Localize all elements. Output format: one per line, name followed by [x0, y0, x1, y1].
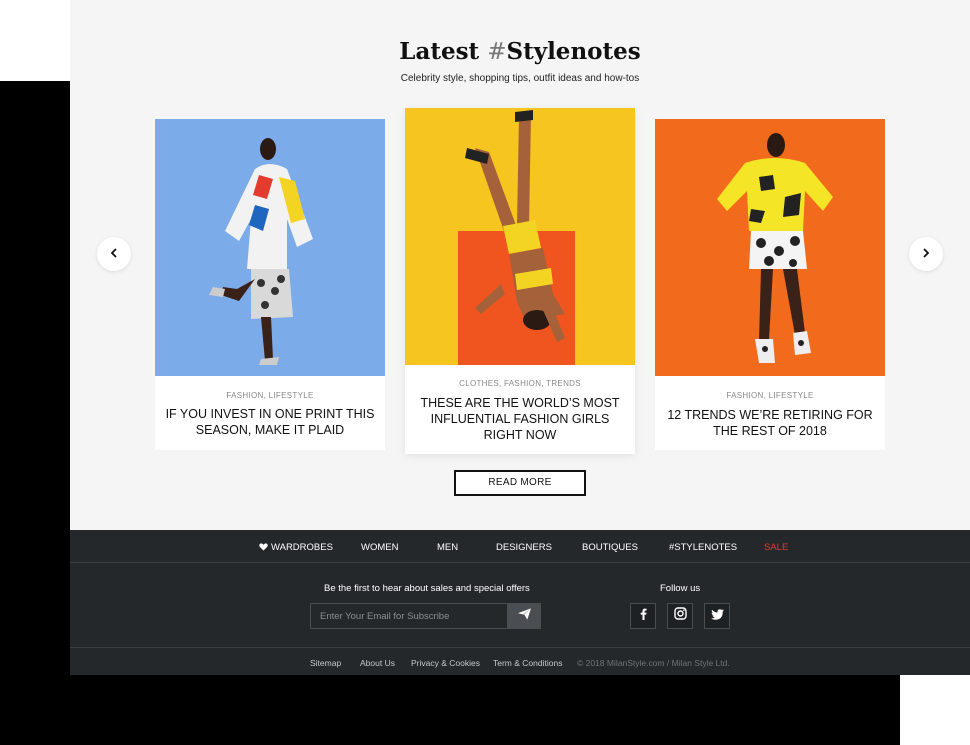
backdrop-panel [0, 0, 70, 81]
heading-word: Stylenotes [506, 38, 641, 65]
privacy-cookies-link[interactable]: Privacy & Cookies [411, 658, 480, 668]
email-input[interactable] [310, 603, 508, 629]
article-card[interactable]: FASHION, LIFESTYLE 12 TRENDS WE’RE RETIR… [655, 119, 885, 450]
twitter-link[interactable] [704, 603, 730, 629]
site-footer: WARDROBES WOMEN MEN DESIGNERS BOUTIQUES … [70, 530, 970, 675]
footer-nav: WARDROBES WOMEN MEN DESIGNERS BOUTIQUES … [70, 530, 970, 563]
section-heading: Latest #Stylenotes [70, 38, 970, 65]
heart-icon [259, 543, 268, 554]
backdrop-panel [900, 675, 970, 745]
article-categories[interactable]: FASHION, LIFESTYLE [655, 391, 885, 400]
stylenotes-page: Latest #Stylenotes Celebrity style, shop… [70, 0, 970, 675]
instagram-icon [673, 607, 687, 625]
section-subheading: Celebrity style, shopping tips, outfit i… [400, 73, 640, 84]
nav-item-women[interactable]: WOMEN [361, 542, 398, 553]
article-card[interactable]: CLOTHES, FASHION, TRENDS THESE ARE THE W… [405, 108, 635, 454]
about-us-link[interactable]: About Us [360, 658, 395, 668]
instagram-link[interactable] [667, 603, 693, 629]
chevron-right-icon [922, 245, 930, 263]
nav-item-stylenotes[interactable]: #STYLENOTES [669, 542, 737, 553]
carousel-next-button[interactable] [909, 237, 943, 271]
carousel-prev-button[interactable] [97, 237, 131, 271]
newsletter-label: Be the first to hear about sales and spe… [324, 583, 530, 594]
screenshot-stage: Latest #Stylenotes Celebrity style, shop… [0, 0, 970, 745]
chevron-left-icon [110, 245, 118, 263]
terms-conditions-link[interactable]: Term & Conditions [493, 658, 562, 668]
subscribe-button[interactable] [507, 603, 541, 629]
article-image-model-orange[interactable] [655, 119, 885, 376]
nav-item-men[interactable]: MEN [437, 542, 458, 553]
article-card[interactable]: FASHION, LIFESTYLE IF YOU INVEST IN ONE … [155, 119, 385, 450]
facebook-icon [640, 607, 647, 625]
twitter-icon [710, 607, 724, 625]
nav-item-sale[interactable]: SALE [764, 542, 788, 553]
article-image-model-yellow[interactable] [405, 108, 635, 365]
nav-item-designers[interactable]: DESIGNERS [496, 542, 552, 553]
article-categories[interactable]: CLOTHES, FASHION, TRENDS [405, 379, 635, 388]
follow-label: Follow us [660, 583, 701, 594]
footer-bottom-bar: Sitemap About Us Privacy & Cookies Term … [70, 647, 970, 675]
article-title[interactable]: IF YOU INVEST IN ONE PRINT THIS SEASON, … [165, 406, 375, 438]
article-title[interactable]: THESE ARE THE WORLD’S MOST INFLUENTIAL F… [415, 395, 625, 443]
sitemap-link[interactable]: Sitemap [310, 658, 341, 668]
article-categories[interactable]: FASHION, LIFESTYLE [155, 391, 385, 400]
facebook-link[interactable] [630, 603, 656, 629]
heading-hash: # [487, 39, 507, 65]
nav-item-label: WARDROBES [271, 542, 333, 553]
nav-item-boutiques[interactable]: BOUTIQUES [582, 542, 638, 553]
copyright-text: © 2018 MilanStyle.com / Milan Style Ltd. [577, 658, 730, 668]
nav-item-wardrobes[interactable]: WARDROBES [259, 542, 333, 554]
article-title[interactable]: 12 TRENDS WE’RE RETIRING FOR THE REST OF… [665, 407, 875, 439]
read-more-button[interactable]: READ MORE [454, 470, 586, 496]
paper-plane-icon [517, 607, 531, 625]
article-image-model-blue[interactable] [155, 119, 385, 376]
heading-text: Latest [399, 38, 488, 65]
